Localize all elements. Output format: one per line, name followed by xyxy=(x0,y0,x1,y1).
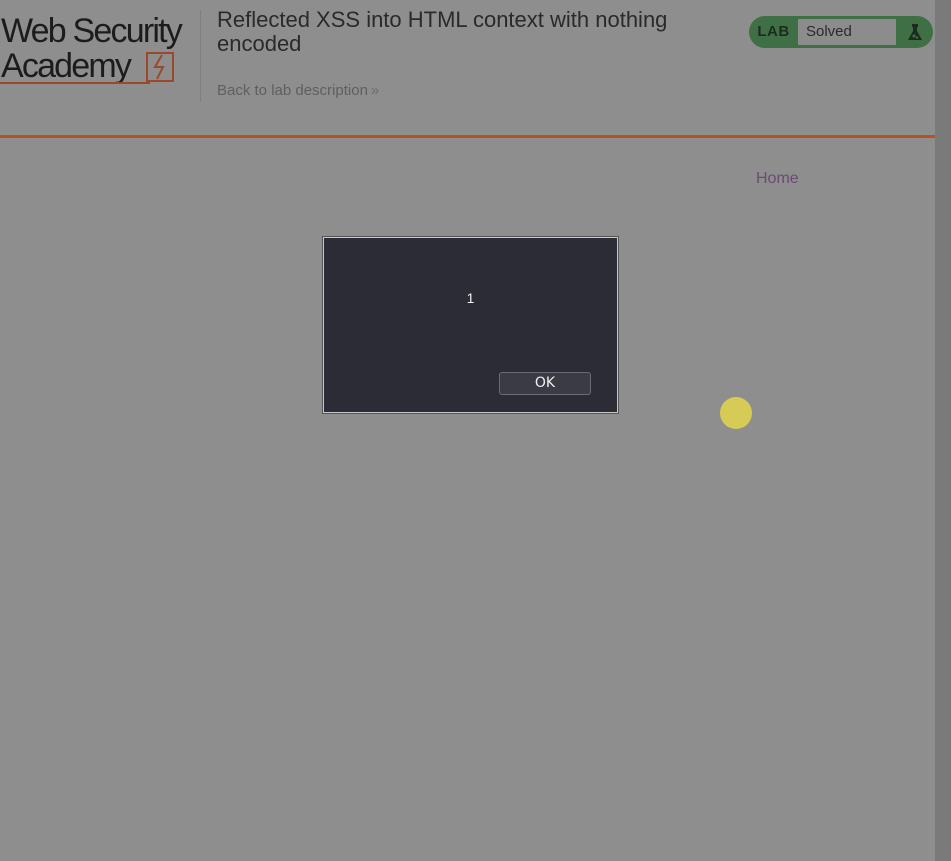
home-link[interactable]: Home xyxy=(756,170,799,188)
back-link-label: Back to lab description xyxy=(217,82,368,99)
logo-underline xyxy=(0,82,150,84)
flask-icon xyxy=(908,24,922,40)
page: Web Security Academy Reflected XSS into … xyxy=(0,0,951,861)
lab-status-text: Solved xyxy=(798,19,896,45)
header-accent-rule xyxy=(0,135,935,138)
double-chevron-right-icon: » xyxy=(370,82,380,99)
alert-message: 1 xyxy=(466,290,475,306)
alert-dialog: 1 OK xyxy=(323,237,618,413)
back-to-lab-description-link[interactable]: Back to lab description» xyxy=(217,82,379,99)
header-divider xyxy=(200,10,201,102)
lab-status-badge: LAB Solved xyxy=(749,16,933,48)
lab-header: Web Security Academy Reflected XSS into … xyxy=(0,0,935,138)
lightning-bolt-icon xyxy=(146,52,174,82)
logo-line1: Web Security xyxy=(1,12,183,50)
window-edge xyxy=(935,0,951,861)
cursor-highlight xyxy=(720,397,752,429)
lab-title: Reflected XSS into HTML context with not… xyxy=(217,7,668,56)
ok-button[interactable]: OK xyxy=(499,372,591,395)
logo-line2: Academy xyxy=(1,47,132,85)
web-security-academy-logo[interactable]: Web Security Academy xyxy=(0,10,200,90)
lab-label: LAB xyxy=(757,23,790,40)
